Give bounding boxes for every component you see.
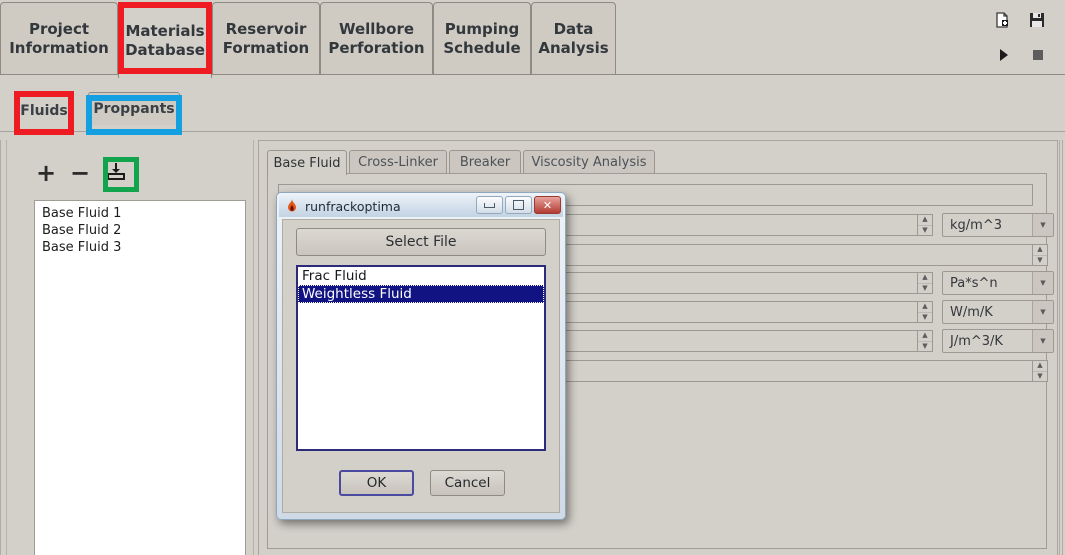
- flame-icon: [285, 198, 299, 214]
- behavior-index-spinner[interactable]: ▲ ▼: [1032, 244, 1048, 266]
- main-tab-wellbore-perforation[interactable]: Wellbore Perforation: [320, 2, 433, 74]
- density-spinner[interactable]: ▲ ▼: [917, 214, 933, 236]
- remove-fluid-button[interactable]: −: [63, 156, 97, 190]
- main-tab-materials-database[interactable]: Materials Database: [118, 2, 212, 78]
- main-tab-label: Reservoir Formation: [222, 19, 310, 57]
- list-item[interactable]: Base Fluid 2: [39, 222, 245, 239]
- spinner-up-icon[interactable]: ▲: [918, 215, 932, 226]
- consistency-index-unit-combo[interactable]: Pa*s^n ▼: [942, 271, 1054, 295]
- app-window: Project Information Materials Database Res…: [0, 0, 1065, 555]
- maximize-icon: [513, 200, 524, 210]
- unit-label: W/m/K: [950, 304, 993, 320]
- ok-button[interactable]: OK: [339, 470, 414, 496]
- dialog-window-buttons: ✕: [474, 196, 561, 214]
- fluid-list-panel: + − Base Fluid 1 Base Fluid 2 Base Fluid 3: [6, 140, 254, 555]
- main-tab-label: Wellbore Perforation: [328, 19, 425, 57]
- fluid-list-toolbar: + −: [29, 156, 133, 190]
- minimize-button[interactable]: [476, 196, 503, 214]
- extra-spinner[interactable]: ▲ ▼: [1032, 360, 1048, 382]
- main-tab-label: Pumping Schedule: [443, 19, 521, 57]
- sub-tab-underline: [0, 131, 1065, 132]
- property-tab-viscosity-analysis[interactable]: Viscosity Analysis: [523, 150, 655, 173]
- spinner-down-icon[interactable]: ▼: [918, 284, 932, 294]
- sub-tab-bar: Fluids Proppants: [0, 80, 1065, 132]
- select-file-button[interactable]: Select File: [296, 228, 546, 256]
- import-fluid-button[interactable]: [99, 156, 133, 190]
- left-edge-strip: [0, 140, 1, 555]
- sub-tab-label: Proppants: [93, 101, 175, 117]
- density-unit-combo[interactable]: kg/m^3 ▼: [942, 213, 1054, 237]
- chevron-down-icon[interactable]: ▼: [1032, 214, 1053, 236]
- dialog-title: runfrackoptima: [305, 198, 401, 214]
- cancel-button[interactable]: Cancel: [430, 470, 505, 496]
- main-tab-label: Project Information: [9, 19, 109, 57]
- spinner-down-icon[interactable]: ▼: [918, 342, 932, 352]
- select-file-dialog: runfrackoptima ✕ Select File Frac Fluid W…: [276, 192, 566, 520]
- right-edge-strip-2: [1062, 140, 1063, 555]
- thermal-conductivity-unit-combo[interactable]: W/m/K ▼: [942, 300, 1054, 324]
- right-edge-strip: [1059, 140, 1060, 555]
- dialog-body: Select File Frac Fluid Weightless Fluid O…: [282, 219, 560, 513]
- unit-label: kg/m^3: [950, 217, 1002, 233]
- minimize-icon: [484, 202, 495, 208]
- consistency-index-spinner[interactable]: ▲ ▼: [917, 272, 933, 294]
- spinner-up-icon[interactable]: ▲: [1033, 361, 1047, 372]
- property-tab-base-fluid[interactable]: Base Fluid: [267, 150, 347, 175]
- main-tab-label: Materials Database: [125, 21, 205, 59]
- dialog-titlebar[interactable]: runfrackoptima ✕: [279, 195, 563, 217]
- spinner-up-icon[interactable]: ▲: [1033, 245, 1047, 256]
- property-tab-label: Breaker: [459, 154, 511, 170]
- chevron-down-icon[interactable]: ▼: [1032, 301, 1053, 323]
- spinner-up-icon[interactable]: ▲: [918, 273, 932, 284]
- save-to-disk-icon: [105, 160, 127, 186]
- sub-tab-fluids[interactable]: Fluids: [16, 92, 72, 128]
- main-tab-data-analysis[interactable]: Data Analysis: [531, 2, 616, 74]
- heat-capacity-spinner[interactable]: ▲ ▼: [917, 330, 933, 352]
- dialog-footer: OK Cancel: [283, 463, 561, 503]
- list-item[interactable]: Base Fluid 1: [39, 205, 245, 222]
- main-tab-reservoir-formation[interactable]: Reservoir Formation: [212, 2, 320, 74]
- fluid-listbox[interactable]: Base Fluid 1 Base Fluid 2 Base Fluid 3: [34, 200, 246, 555]
- list-item[interactable]: Base Fluid 3: [39, 239, 245, 256]
- new-file-icon[interactable]: [994, 12, 1010, 28]
- list-item[interactable]: Weightless Fluid: [298, 285, 544, 303]
- spinner-down-icon[interactable]: ▼: [918, 226, 932, 236]
- property-tab-label: Viscosity Analysis: [531, 154, 647, 170]
- spinner-down-icon[interactable]: ▼: [1033, 372, 1047, 382]
- thermal-conductivity-spinner[interactable]: ▲ ▼: [917, 301, 933, 323]
- property-tab-label: Base Fluid: [273, 155, 341, 171]
- main-tab-bar: Project Information Materials Database Res…: [0, 0, 1065, 78]
- main-tab-label: Data Analysis: [538, 19, 609, 57]
- chevron-down-icon[interactable]: ▼: [1032, 330, 1053, 352]
- spinner-up-icon[interactable]: ▲: [918, 302, 932, 313]
- save-icon[interactable]: [1029, 12, 1045, 28]
- unit-label: J/m^3/K: [950, 333, 1003, 349]
- maximize-button[interactable]: [505, 196, 532, 214]
- file-listbox[interactable]: Frac Fluid Weightless Fluid: [296, 265, 546, 451]
- property-tab-cross-linker[interactable]: Cross-Linker: [349, 150, 447, 173]
- sub-tab-proppants[interactable]: Proppants: [88, 92, 180, 125]
- spinner-up-icon[interactable]: ▲: [918, 331, 932, 342]
- spinner-down-icon[interactable]: ▼: [1033, 256, 1047, 266]
- add-fluid-button[interactable]: +: [29, 156, 63, 190]
- run-icon[interactable]: [996, 47, 1012, 63]
- chevron-down-icon[interactable]: ▼: [1032, 272, 1053, 294]
- unit-label: Pa*s^n: [950, 275, 998, 291]
- main-tab-project-information[interactable]: Project Information: [0, 2, 118, 74]
- spinner-down-icon[interactable]: ▼: [918, 313, 932, 323]
- heat-capacity-unit-combo[interactable]: J/m^3/K ▼: [942, 329, 1054, 353]
- property-tab-label: Cross-Linker: [358, 154, 438, 170]
- stop-icon[interactable]: [1030, 47, 1046, 63]
- close-button[interactable]: ✕: [534, 196, 561, 214]
- main-tab-pumping-schedule[interactable]: Pumping Schedule: [433, 2, 531, 74]
- property-tab-breaker[interactable]: Breaker: [449, 150, 521, 173]
- sub-tab-label: Fluids: [20, 102, 68, 119]
- list-item[interactable]: Frac Fluid: [298, 267, 544, 285]
